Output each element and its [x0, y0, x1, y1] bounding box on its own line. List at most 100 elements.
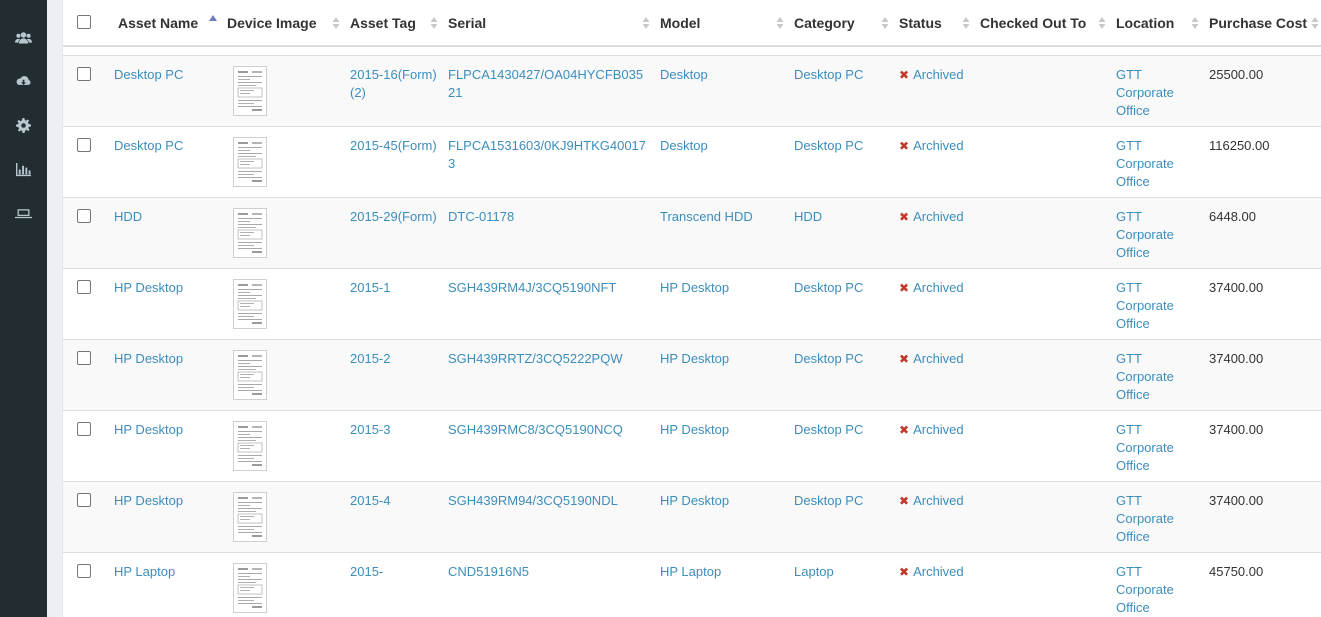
category-link[interactable]: Desktop PC	[794, 422, 863, 437]
device-image-thumbnail[interactable]	[233, 563, 267, 613]
asset-name-link[interactable]: HDD	[114, 209, 142, 224]
device-image-thumbnail[interactable]	[233, 279, 267, 329]
asset-name-link[interactable]: HP Desktop	[114, 422, 183, 437]
row-checkbox[interactable]	[77, 564, 91, 578]
row-checkbox[interactable]	[77, 493, 91, 507]
header-status[interactable]: Status	[893, 0, 974, 47]
device-image-thumbnail[interactable]	[233, 492, 267, 542]
device-image-thumbnail[interactable]	[233, 208, 267, 258]
asset-tag-link[interactable]: 2015-	[350, 564, 383, 579]
device-image-thumbnail[interactable]	[233, 66, 267, 116]
status-link[interactable]: Archived	[913, 138, 964, 153]
laptop-icon[interactable]	[12, 202, 34, 224]
archived-x-icon: ✖	[899, 423, 910, 437]
category-link[interactable]: Desktop PC	[794, 351, 863, 366]
device-image-thumbnail[interactable]	[233, 421, 267, 471]
asset-name-link[interactable]: HP Desktop	[114, 351, 183, 366]
gear-icon[interactable]	[12, 114, 34, 136]
status-link[interactable]: Archived	[913, 351, 964, 366]
asset-name-link[interactable]: Desktop PC	[114, 138, 183, 153]
asset-name-link[interactable]: HP Desktop	[114, 280, 183, 295]
asset-tag-link[interactable]: 2015-1	[350, 280, 390, 295]
model-link[interactable]: Desktop	[660, 138, 708, 153]
status-link[interactable]: Archived	[913, 67, 964, 82]
row-checkbox[interactable]	[77, 67, 91, 81]
asset-tag-link[interactable]: 2015-4	[350, 493, 390, 508]
sort-both-icon	[881, 17, 889, 29]
header-location[interactable]: Location	[1110, 0, 1203, 47]
asset-tag-link[interactable]: 2015-45(Form)	[350, 138, 437, 153]
header-device-image[interactable]: Device Image	[221, 0, 344, 47]
device-image-cell	[221, 481, 344, 553]
serial-link[interactable]: FLPCA1430427/OA04HYCFB03521	[448, 67, 643, 100]
row-checkbox[interactable]	[77, 422, 91, 436]
device-image-thumbnail[interactable]	[233, 137, 267, 187]
asset-tag-link[interactable]: 2015-3	[350, 422, 390, 437]
serial-link[interactable]: SGH439RRTZ/3CQ5222PQW	[448, 351, 623, 366]
asset-tag-link[interactable]: 2015-29(Form)	[350, 209, 437, 224]
asset-tag-link[interactable]: 2015-16(Form)(2)	[350, 67, 437, 100]
table-row[interactable]: HP Desktop	[63, 339, 1321, 411]
serial-link[interactable]: SGH439RM94/3CQ5190NDL	[448, 493, 618, 508]
row-checkbox[interactable]	[77, 351, 91, 365]
model-link[interactable]: HP Laptop	[660, 564, 721, 579]
category-link[interactable]: HDD	[794, 209, 822, 224]
model-link[interactable]: HP Desktop	[660, 422, 729, 437]
users-icon[interactable]	[12, 26, 34, 48]
location-link[interactable]: GTT Corporate Office	[1116, 138, 1174, 189]
table-row[interactable]: HP Desktop	[63, 410, 1321, 482]
table-row[interactable]: HDD 2015-29(Form) DTC-01178 Transcend HD…	[63, 197, 1321, 269]
asset-name-link[interactable]: HP Desktop	[114, 493, 183, 508]
serial-link[interactable]: FLPCA1531603/0KJ9HTKG400173	[448, 138, 646, 171]
purchase-cost-cell: 116250.00	[1203, 126, 1321, 198]
asset-name-link[interactable]: Desktop PC	[114, 67, 183, 82]
model-link[interactable]: HP Desktop	[660, 493, 729, 508]
serial-link[interactable]: SGH439RMC8/3CQ5190NCQ	[448, 422, 623, 437]
location-link[interactable]: GTT Corporate Office	[1116, 493, 1174, 544]
location-link[interactable]: GTT Corporate Office	[1116, 209, 1174, 260]
asset-name-link[interactable]: HP Laptop	[114, 564, 175, 579]
category-link[interactable]: Desktop PC	[794, 138, 863, 153]
row-checkbox[interactable]	[77, 280, 91, 294]
status-link[interactable]: Archived	[913, 209, 964, 224]
header-model[interactable]: Model	[654, 0, 788, 47]
header-checked-out-to[interactable]: Checked Out To	[974, 0, 1110, 47]
location-link[interactable]: GTT Corporate Office	[1116, 422, 1174, 473]
bar-chart-icon[interactable]	[12, 158, 34, 180]
row-checkbox[interactable]	[77, 138, 91, 152]
category-link[interactable]: Desktop PC	[794, 493, 863, 508]
status-link[interactable]: Archived	[913, 422, 964, 437]
device-image-thumbnail[interactable]	[233, 350, 267, 400]
header-asset-tag[interactable]: Asset Tag	[344, 0, 442, 47]
status-link[interactable]: Archived	[913, 564, 964, 579]
location-link[interactable]: GTT Corporate Office	[1116, 67, 1174, 118]
serial-link[interactable]: CND51916N5	[448, 564, 529, 579]
model-link[interactable]: Transcend HDD	[660, 209, 753, 224]
header-asset-name[interactable]: Asset Name	[108, 0, 221, 47]
status-link[interactable]: Archived	[913, 280, 964, 295]
category-link[interactable]: Desktop PC	[794, 67, 863, 82]
location-link[interactable]: GTT Corporate Office	[1116, 280, 1174, 331]
category-link[interactable]: Laptop	[794, 564, 834, 579]
cloud-download-icon[interactable]	[12, 70, 34, 92]
serial-link[interactable]: DTC-01178	[448, 209, 514, 224]
serial-link[interactable]: SGH439RM4J/3CQ5190NFT	[448, 280, 616, 295]
header-purchase-cost[interactable]: Purchase Cost	[1203, 0, 1321, 47]
table-row[interactable]: HP Desktop	[63, 268, 1321, 340]
location-link[interactable]: GTT Corporate Office	[1116, 351, 1174, 402]
select-all-checkbox[interactable]	[77, 14, 91, 29]
model-link[interactable]: HP Desktop	[660, 351, 729, 366]
model-link[interactable]: Desktop	[660, 67, 708, 82]
asset-tag-link[interactable]: 2015-2	[350, 351, 390, 366]
model-link[interactable]: HP Desktop	[660, 280, 729, 295]
header-category[interactable]: Category	[788, 0, 893, 47]
table-row[interactable]: Desktop PC	[63, 126, 1321, 198]
table-row[interactable]: Desktop PC	[63, 55, 1321, 127]
status-link[interactable]: Archived	[913, 493, 964, 508]
table-row[interactable]: HP Desktop	[63, 481, 1321, 553]
row-checkbox[interactable]	[77, 209, 91, 223]
location-link[interactable]: GTT Corporate Office	[1116, 564, 1174, 615]
header-serial[interactable]: Serial	[442, 0, 654, 47]
table-row[interactable]: HP Laptop 2015- CND51916N5 HP Laptop Lap…	[63, 552, 1321, 617]
category-link[interactable]: Desktop PC	[794, 280, 863, 295]
